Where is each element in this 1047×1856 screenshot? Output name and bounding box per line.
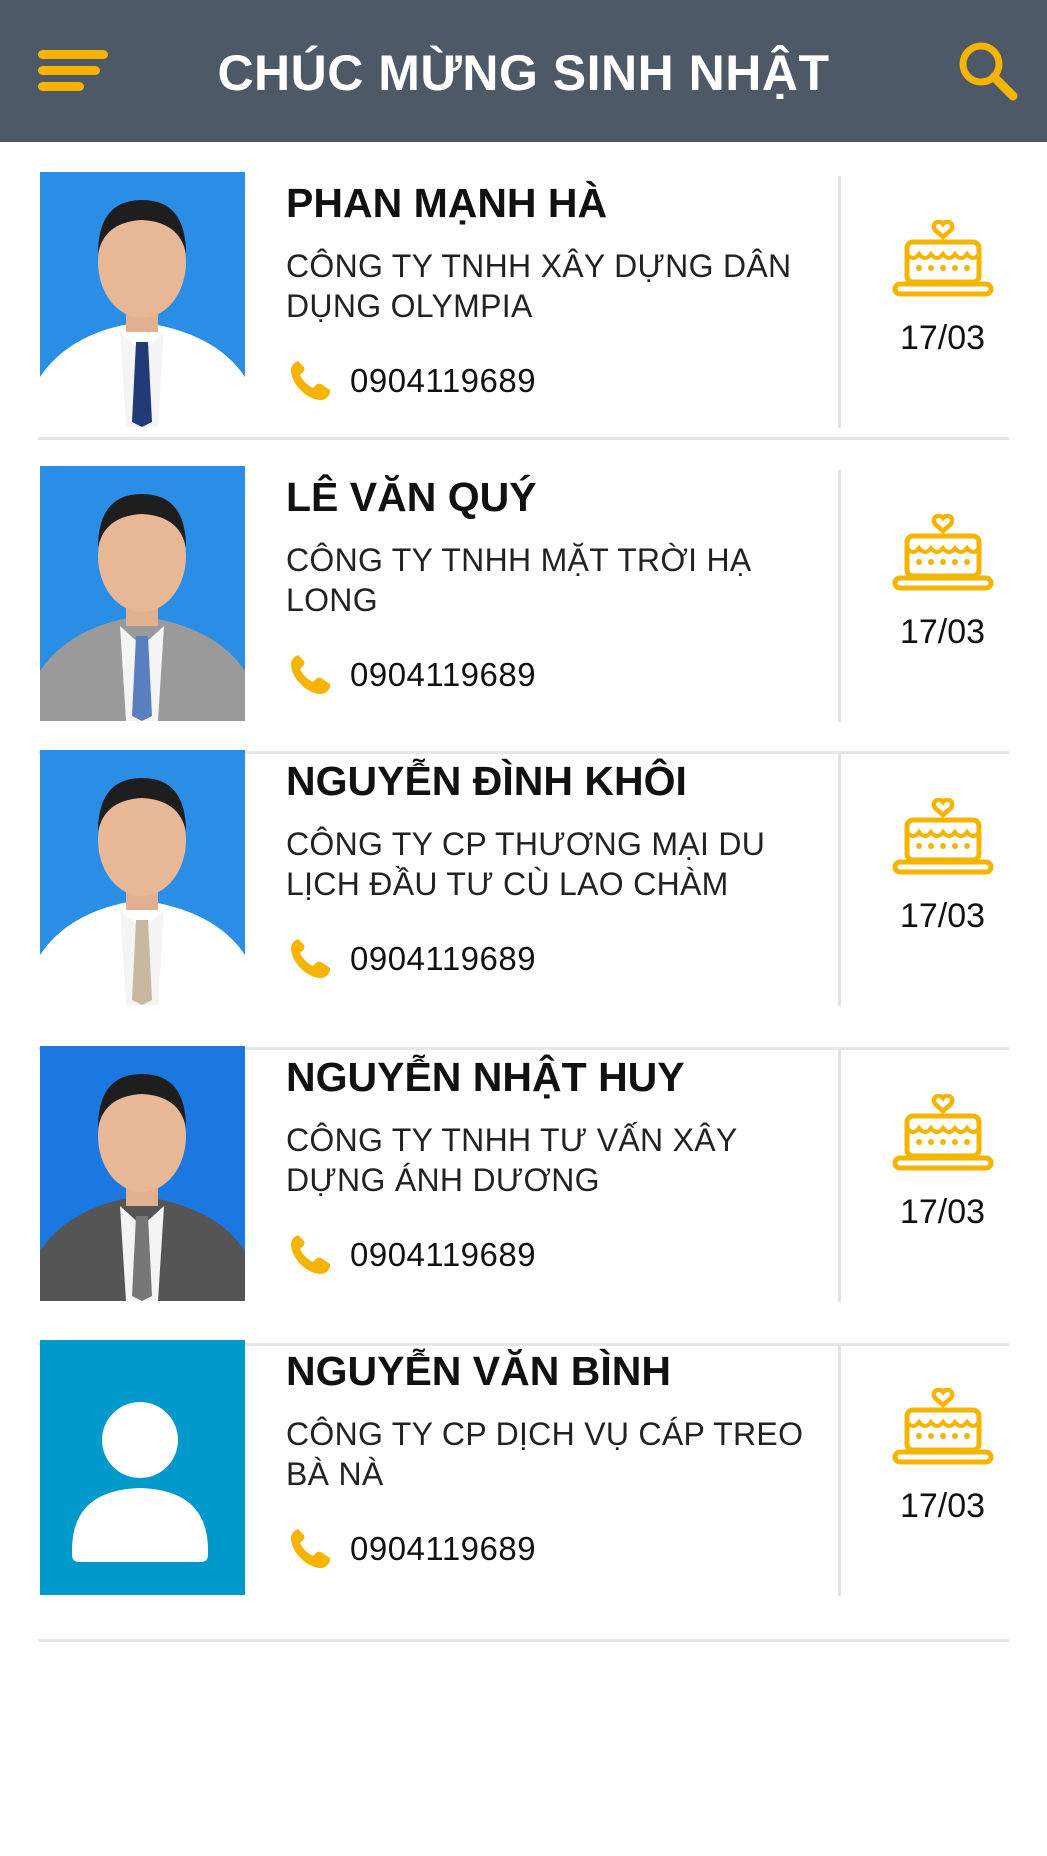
avatar[interactable] [40, 750, 245, 1005]
phone-link[interactable]: 0904119689 [286, 650, 826, 700]
contact-info: PHAN MẠNH HÀ CÔNG TY TNHH XÂY DỰNG DÂN D… [286, 178, 826, 406]
contact-name[interactable]: NGUYỄN VĂN BÌNH [286, 1346, 826, 1396]
phone-icon [286, 935, 334, 983]
birthday-date: 17/03 [899, 319, 986, 357]
app-screen: CHÚC MỪNG SINH NHẬT PHAN MẠNH HÀ CÔNG TY… [0, 0, 1047, 1856]
phone-icon [286, 357, 334, 405]
contact-card[interactable]: NGUYỄN NHẬT HUY CÔNG TY TNHH TƯ VẤN XÂY … [0, 1014, 1047, 1346]
birthday-cake-icon [891, 1388, 995, 1472]
phone-icon [286, 1525, 334, 1573]
column-divider [838, 754, 841, 1006]
birthday-cake-icon [891, 220, 995, 304]
column-divider [838, 1050, 841, 1302]
phone-number: 0904119689 [350, 656, 537, 693]
row-divider [38, 1639, 1009, 1642]
birthday-block[interactable]: 17/03 [880, 220, 1005, 358]
birthday-date: 17/03 [899, 613, 986, 651]
contact-name[interactable]: NGUYỄN ĐÌNH KHÔI [286, 756, 826, 806]
birthday-block[interactable]: 17/03 [880, 1094, 1005, 1232]
birthday-cake-icon [891, 1094, 995, 1178]
contact-name[interactable]: NGUYỄN NHẬT HUY [286, 1052, 826, 1102]
contact-card[interactable]: NGUYỄN ĐÌNH KHÔI CÔNG TY CP THƯƠNG MẠI D… [0, 718, 1047, 1050]
phone-link[interactable]: 0904119689 [286, 1524, 826, 1574]
avatar[interactable] [40, 1046, 245, 1301]
contact-card[interactable]: PHAN MẠNH HÀ CÔNG TY TNHH XÂY DỰNG DÂN D… [0, 142, 1047, 440]
phone-icon [286, 651, 334, 699]
phone-link[interactable]: 0904119689 [286, 356, 826, 406]
phone-link[interactable]: 0904119689 [286, 934, 826, 984]
birthday-block[interactable]: 17/03 [880, 1388, 1005, 1526]
contact-card[interactable]: NGUYỄN VĂN BÌNH CÔNG TY CP DỊCH VỤ CÁP T… [0, 1310, 1047, 1642]
phone-number: 0904119689 [350, 940, 537, 977]
avatar[interactable] [40, 466, 245, 721]
phone-link[interactable]: 0904119689 [286, 1230, 826, 1280]
contact-name[interactable]: LÊ VĂN QUÝ [286, 472, 826, 522]
contact-company: CÔNG TY TNHH XÂY DỰNG DÂN DỤNG OLYMPIA [286, 248, 792, 324]
contact-card[interactable]: LÊ VĂN QUÝ CÔNG TY TNHH MẶT TRỜI HẠ LONG… [0, 430, 1047, 754]
hamburger-menu-icon[interactable] [28, 40, 120, 102]
app-header: CHÚC MỪNG SINH NHẬT [0, 0, 1047, 142]
contact-company: CÔNG TY CP THƯƠNG MẠI DU LỊCH ĐẦU TƯ CÙ … [286, 826, 766, 902]
birthday-date: 17/03 [899, 1193, 986, 1231]
phone-number: 0904119689 [350, 1530, 537, 1567]
contact-company: CÔNG TY TNHH MẶT TRỜI HẠ LONG [286, 542, 752, 618]
contact-info: LÊ VĂN QUÝ CÔNG TY TNHH MẶT TRỜI HẠ LONG… [286, 472, 826, 700]
search-icon[interactable] [953, 36, 1023, 106]
avatar[interactable] [40, 172, 245, 427]
contact-name[interactable]: PHAN MẠNH HÀ [286, 178, 826, 228]
contact-company: CÔNG TY TNHH TƯ VẤN XÂY DỰNG ÁNH DƯƠNG [286, 1122, 737, 1198]
birthday-block[interactable]: 17/03 [880, 514, 1005, 652]
contact-info: NGUYỄN VĂN BÌNH CÔNG TY CP DỊCH VỤ CÁP T… [286, 1346, 826, 1574]
birthday-block[interactable]: 17/03 [880, 798, 1005, 936]
birthday-date: 17/03 [899, 1487, 986, 1525]
birthday-date: 17/03 [899, 897, 986, 935]
phone-number: 0904119689 [350, 1236, 537, 1273]
default-avatar[interactable] [40, 1340, 245, 1595]
contact-company: CÔNG TY CP DỊCH VỤ CÁP TREO BÀ NÀ [286, 1416, 804, 1492]
page-title: CHÚC MỪNG SINH NHẬT [217, 45, 830, 101]
phone-number: 0904119689 [350, 362, 537, 399]
phone-icon [286, 1231, 334, 1279]
column-divider [838, 176, 841, 428]
birthday-cake-icon [891, 514, 995, 598]
column-divider [838, 470, 841, 722]
contact-info: NGUYỄN NHẬT HUY CÔNG TY TNHH TƯ VẤN XÂY … [286, 1052, 826, 1280]
column-divider [838, 1344, 841, 1596]
contact-info: NGUYỄN ĐÌNH KHÔI CÔNG TY CP THƯƠNG MẠI D… [286, 756, 826, 984]
birthday-cake-icon [891, 798, 995, 882]
